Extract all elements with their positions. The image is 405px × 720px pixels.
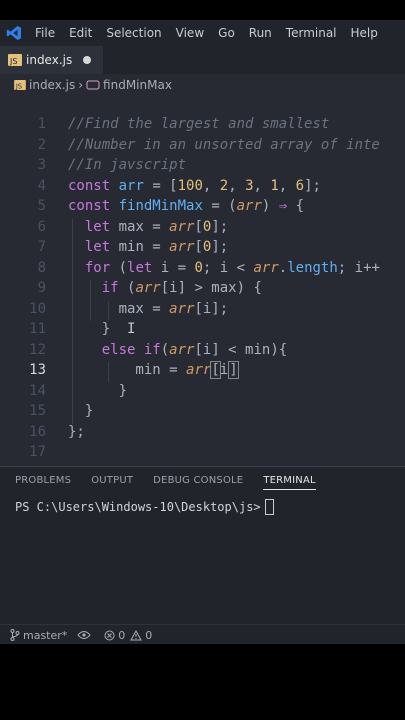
editor-tab-bar: JS index.js <box>0 46 405 74</box>
terminal-prompt: PS C:\Users\Windows-10\Desktop\js> <box>15 500 261 514</box>
code-line: 1 //Find the largest and smallest <box>0 114 405 135</box>
code-text: let max = arr[0]; <box>84 218 229 235</box>
svg-text:JS: JS <box>15 82 22 90</box>
problems-indicator[interactable]: 0 0 <box>104 629 152 642</box>
code-text: } <box>68 382 128 399</box>
code-line: 7 let min = arr[0]; <box>0 237 405 258</box>
tab-filename: index.js <box>26 53 73 67</box>
terminal-cursor <box>264 499 274 515</box>
line-number: 15 <box>29 403 46 419</box>
line-number: 1 <box>37 116 46 132</box>
line-number: 6 <box>37 218 46 235</box>
line-number: 5 <box>37 198 46 214</box>
code-line: 3 //In javscript <box>0 155 405 176</box>
code-text: if (arr[i] > max) { <box>101 280 262 296</box>
eye-icon <box>77 631 91 639</box>
chevron-right-icon: › <box>78 78 84 92</box>
code-line: 11 } I <box>0 319 405 340</box>
code-text: //Number in an unsorted array of inte <box>68 136 380 153</box>
code-text: //In javscript <box>68 157 187 173</box>
code-line-active: 13 min = arr[i] <box>0 360 405 381</box>
function-symbol-icon <box>86 80 100 90</box>
code-line: 2 //Number in an unsorted array of inte <box>0 135 405 156</box>
menu-help[interactable]: Help <box>344 20 385 46</box>
menu-edit[interactable]: Edit <box>62 20 99 46</box>
warning-icon <box>130 629 143 640</box>
line-number: 9 <box>37 280 46 296</box>
tab-debug-console[interactable]: DEBUG CONSOLE <box>153 475 243 486</box>
code-text: max = arr[i]; <box>68 300 229 317</box>
line-number: 10 <box>29 300 46 317</box>
js-file-icon: JS <box>14 80 26 90</box>
line-number: 8 <box>37 259 46 276</box>
menu-run[interactable]: Run <box>242 20 279 46</box>
code-line: 8 for (let i = 0; i < arr.length; i++ <box>0 258 405 279</box>
line-number: 11 <box>29 321 46 337</box>
line-number: 7 <box>37 239 46 255</box>
code-text: } <box>68 403 94 419</box>
menu-go[interactable]: Go <box>211 20 242 46</box>
line-number: 3 <box>37 157 46 173</box>
code-line: 14 } <box>0 381 405 402</box>
status-bar: master* 0 0 <box>0 624 405 644</box>
code-line: 16 }; <box>0 422 405 443</box>
line-number: 12 <box>29 341 46 358</box>
line-number: 17 <box>29 444 46 460</box>
code-line: 12 else if(arr[i] < min){ <box>0 340 405 361</box>
unsaved-dot-icon[interactable] <box>83 56 91 64</box>
menu-selection[interactable]: Selection <box>99 20 168 46</box>
code-text: const arr = [100, 2, 3, 1, 6]; <box>68 177 321 194</box>
code-text: min = arr[i] <box>68 361 239 379</box>
breadcrumb-symbol[interactable]: findMinMax <box>103 78 172 92</box>
tab-problems[interactable]: PROBLEMS <box>15 475 71 486</box>
svg-text:JS: JS <box>9 57 17 66</box>
bottom-panel: PROBLEMS OUTPUT DEBUG CONSOLE TERMINAL P… <box>0 466 405 644</box>
code-line: 10 max = arr[i]; <box>0 299 405 320</box>
terminal[interactable]: PS C:\Users\Windows-10\Desktop\js> <box>15 499 405 515</box>
menu-file[interactable]: File <box>28 20 62 46</box>
code-line: 9 if (arr[i] > max) { <box>0 278 405 299</box>
breadcrumb: JS index.js › findMinMax <box>0 74 405 96</box>
code-editor[interactable]: 1 //Find the largest and smallest 2 //Nu… <box>0 96 405 466</box>
vscode-window: File Edit Selection View Go Run Terminal… <box>0 20 405 644</box>
tab-index-js[interactable]: JS index.js <box>0 46 103 74</box>
code-text: //Find the largest and smallest <box>68 116 330 132</box>
branch-indicator[interactable]: master* <box>10 629 67 642</box>
js-file-icon: JS <box>8 54 22 66</box>
tab-terminal[interactable]: TERMINAL <box>263 475 316 490</box>
line-number: 2 <box>37 136 46 153</box>
code-text: } I <box>68 321 136 337</box>
menu-terminal[interactable]: Terminal <box>279 20 344 46</box>
tab-output[interactable]: OUTPUT <box>91 475 133 486</box>
vscode-logo-icon <box>0 20 28 46</box>
live-share-button[interactable] <box>77 630 94 640</box>
code-text: }; <box>68 423 85 440</box>
code-text: for (let i = 0; i < arr.length; i++ <box>84 259 380 276</box>
code-line: 17 <box>0 442 405 463</box>
error-count: 0 <box>118 628 126 642</box>
line-number: 14 <box>29 382 46 399</box>
breadcrumb-file[interactable]: index.js <box>29 78 75 92</box>
code-text: else if(arr[i] < min){ <box>101 341 288 358</box>
menu-view[interactable]: View <box>169 20 211 46</box>
panel-tabs: PROBLEMS OUTPUT DEBUG CONSOLE TERMINAL <box>0 467 405 493</box>
warning-count: 0 <box>145 628 153 642</box>
error-icon <box>104 630 115 640</box>
branch-name: master* <box>23 628 68 642</box>
code-line: 5 const findMinMax = (arr) ⇒ { <box>0 196 405 217</box>
git-branch-icon <box>10 629 20 641</box>
menu-bar: File Edit Selection View Go Run Terminal… <box>0 20 405 46</box>
code-line: 15 } <box>0 401 405 422</box>
code-line: 6 let max = arr[0]; <box>0 217 405 238</box>
line-number: 4 <box>37 177 46 194</box>
code-text: const findMinMax = (arr) ⇒ { <box>68 198 305 214</box>
line-number-active: 13 <box>29 362 46 378</box>
line-number: 16 <box>29 423 46 440</box>
code-line: 4 const arr = [100, 2, 3, 1, 6]; <box>0 176 405 197</box>
code-text: let min = arr[0]; <box>84 239 229 255</box>
